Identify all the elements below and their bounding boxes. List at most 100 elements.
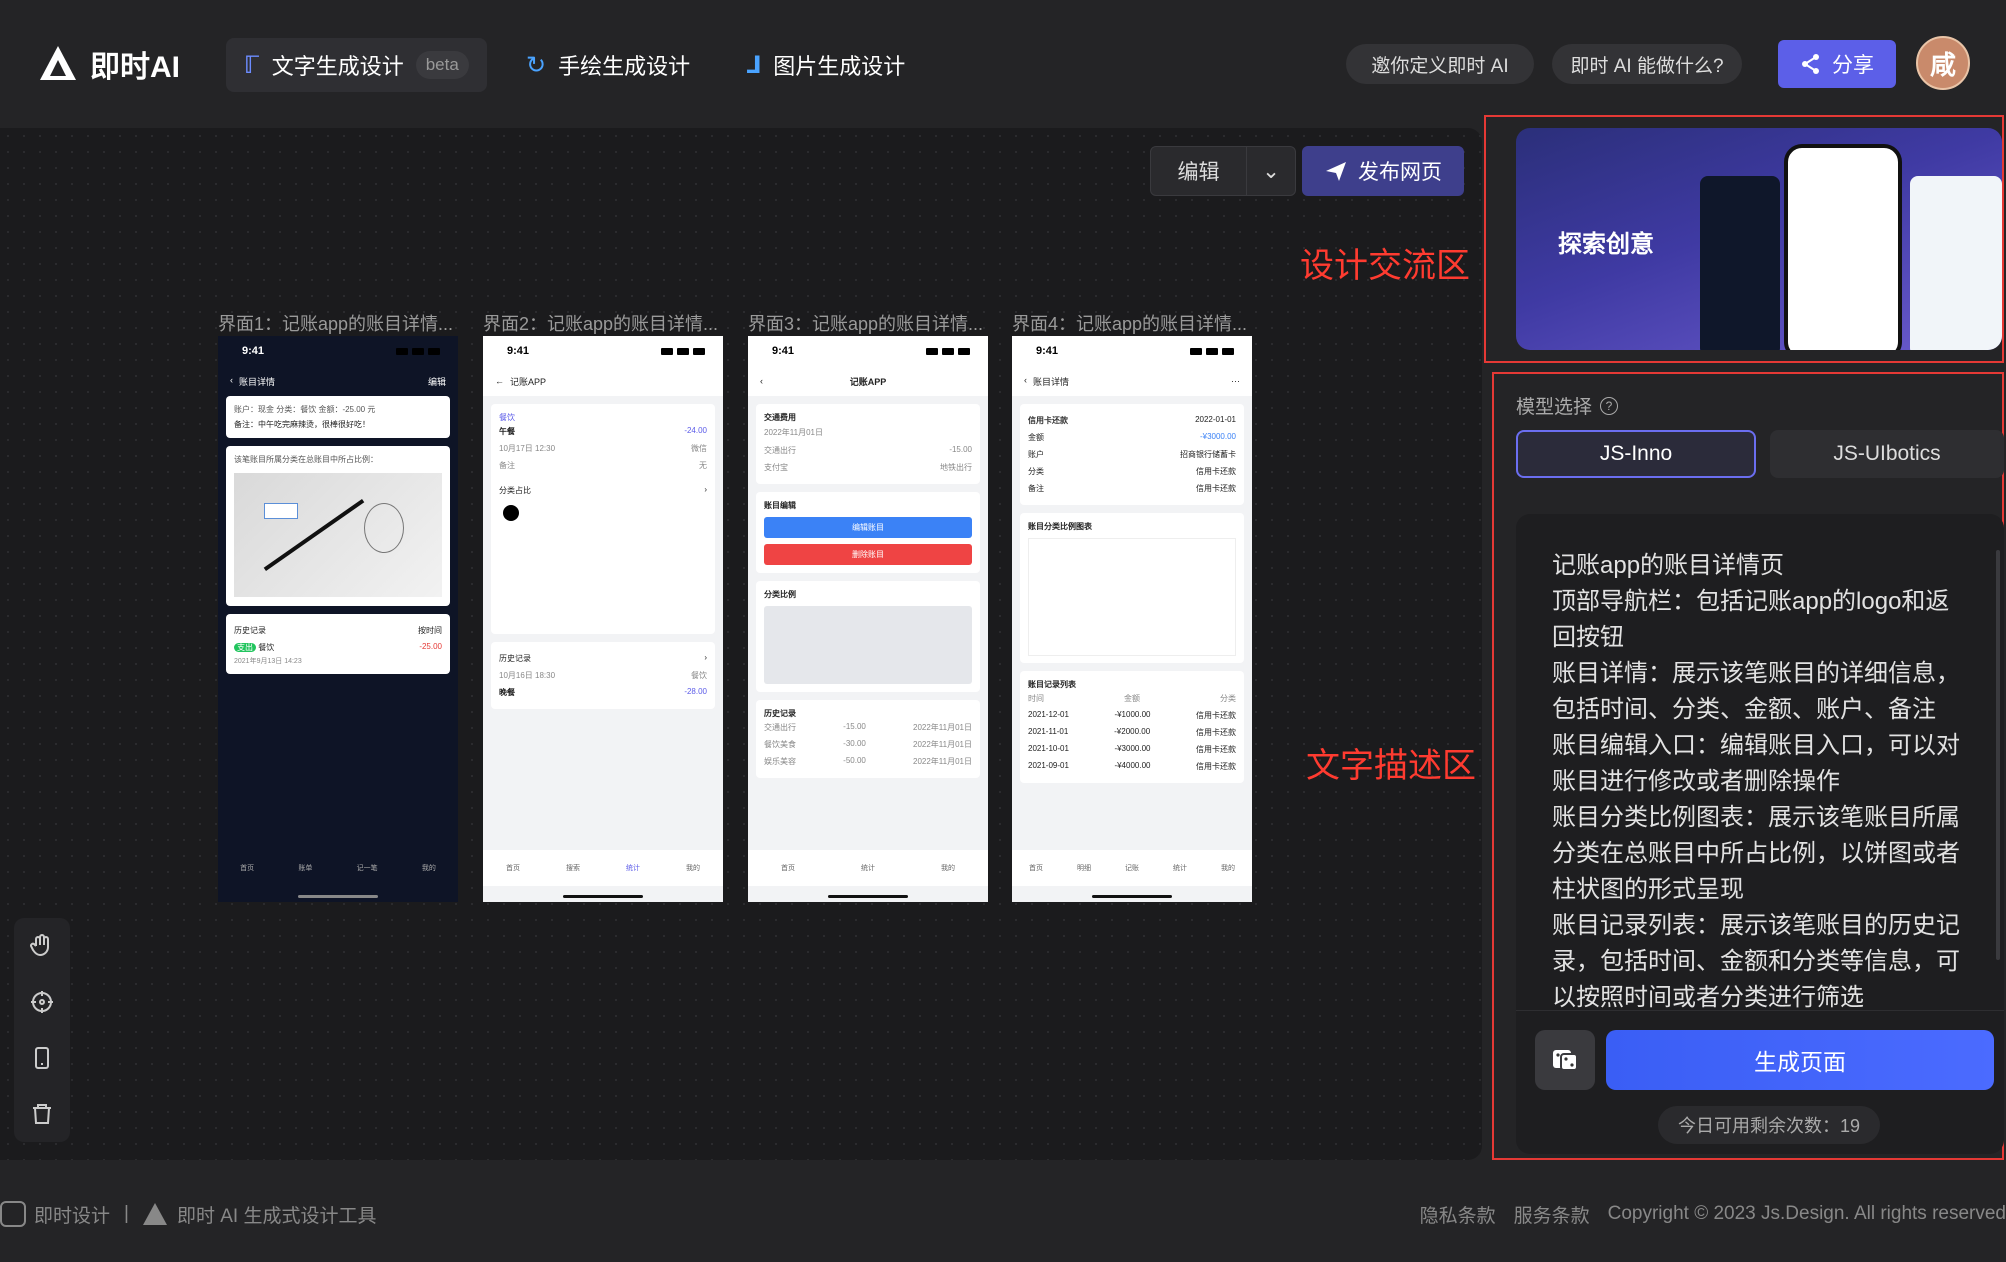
card-title: 信用卡还款 [1028,416,1068,425]
generate-page-button[interactable]: 生成页面 [1606,1030,1994,1090]
cell: -30.00 [843,739,866,748]
tab-item: 首页 [506,865,520,872]
tab-bar: 首页 统计 我的 [748,850,988,886]
target-icon[interactable] [29,989,55,1015]
divider [1516,1010,2004,1011]
date: 10月16日 18:30 [499,671,556,680]
tab-bar: 首页 搜索 统计 我的 [483,850,723,886]
value: 地铁出行 [940,463,972,472]
home-indicator [828,895,908,898]
history-title: 历史记录 [764,709,796,718]
explore-banner[interactable]: 探索创意 [1516,128,2002,350]
send-icon [1326,162,1346,181]
category: 餐饮 [499,413,515,422]
key: 备注 [1028,484,1044,493]
trash-icon[interactable] [29,1101,55,1127]
note: 备注：中午吃完麻辣烫，很棒很好吃！ [234,420,370,429]
screen-title-4: 界面4：记账app的账目详情... [1012,314,1248,334]
cell: -¥3000.00 [1114,744,1151,753]
mobile-icon[interactable] [29,1045,55,1071]
tab-text-design[interactable]: ℾ 文字生成设计 beta [226,38,487,92]
what-can-button[interactable]: 即时 AI 能做什么? [1552,44,1742,84]
cell: 2021-12-01 [1028,710,1069,719]
publish-button[interactable]: 发布网页 [1302,146,1464,196]
pencil-image [234,473,442,597]
status-time: 9:41 [772,345,795,357]
back-icon: ‹ [760,376,763,386]
help-icon[interactable]: ? [1600,396,1619,415]
tab-label: 手绘生成设计 [558,54,691,79]
value: 招商银行储蓄卡 [1180,450,1236,459]
screen-preview-3[interactable]: 9:41 ‹ 记账APP 交通费用 2022年11月01日 交通出行 -15.00 … [748,336,988,902]
tab-item: 统计 [626,865,640,872]
back-icon: ‹ [1024,374,1027,385]
screen-preview-2[interactable]: 9:41 ← 记账APP 餐饮 午餐 -24.00 10月17日 12:30 微信 备… [483,336,723,902]
tab-image-design[interactable]: ⅃ 图片生成设计 [728,38,923,92]
edit-title: 账目编辑 [764,501,796,510]
footer-brand-2[interactable]: 即时 AI 生成式设计工具 [177,1201,377,1228]
tab-sketch-design[interactable]: ↻ 手绘生成设计 [508,38,708,92]
edit-entry-button: 编辑账目 [764,517,972,538]
history-label: 历史记录 [499,654,531,663]
terms-link[interactable]: 服务条款 [1514,1201,1590,1228]
image-design-icon: ⅃ [746,51,762,79]
invite-button[interactable]: 邀你定义即时 AI [1346,44,1534,84]
dice-icon[interactable] [1535,1030,1595,1090]
detail-card: 信用卡还款 2022-01-01 金额 -¥3000.00 账户 招商银行储蓄卡 分类… [1020,404,1244,505]
detail-card: 餐饮 午餐 -24.00 10月17日 12:30 微信 备注无 分类占比 › [491,404,715,634]
list-card: 账目记录列表 时间 金额 分类 2021-12-01 -¥1000.00 信用卡还款 2… [1020,671,1244,783]
design-exchange-label: 设计交流区 [1300,247,1470,285]
date: 2022年11月01日 [764,428,823,437]
tab-item: 我的 [686,865,700,872]
avatar[interactable]: 咸 [1916,36,1970,90]
hand-icon[interactable] [29,933,55,959]
ratio-title: 分类比例 [764,590,796,599]
amount: -24.00 [684,426,707,435]
phone-title: 账目详情 [239,376,276,387]
amount: -28.00 [684,687,707,696]
sketch-icon: ↻ [526,51,547,79]
key: 交通出行 [764,446,796,455]
model-js-inno[interactable]: JS-Inno [1516,430,1756,478]
tab-item: 首页 [1029,865,1043,872]
tab-item: 首页 [781,865,795,872]
model-js-uibotics[interactable]: JS-UIbotics [1770,430,2004,478]
cell: 2022年11月01日 [913,723,972,732]
cell: 交通出行 [764,723,796,732]
cell: 信用卡还款 [1195,728,1236,737]
phone-header: ‹ 记账APP [748,366,988,396]
status-bar: 9:41 [748,336,988,366]
value: -15.00 [949,445,972,454]
tab-item: 首页 [240,865,255,872]
cell: 2022年11月01日 [913,740,972,749]
tab-bar: 首页 账单 记一笔 我的 [218,850,458,886]
logo[interactable]: 即时AI [36,42,180,86]
screen-preview-1[interactable]: 9:41 ‹ 账目详情 编辑 账户：现金 分类：餐饮 金额：-25.00 元 备注… [218,336,458,902]
footer-brand-1[interactable]: 即时设计 [34,1201,110,1228]
phone-header: ‹ 账目详情 ··· [1012,366,1252,396]
privacy-link[interactable]: 隐私条款 [1420,1201,1496,1228]
status-time: 9:41 [242,345,265,357]
home-indicator [563,895,643,898]
cell: -15.00 [843,722,866,731]
share-button[interactable]: 分享 [1778,40,1896,88]
phone-card: 账户：现金 分类：餐饮 金额：-25.00 元 备注：中午吃完麻辣烫，很棒很好吃… [226,396,450,438]
note: 备注 [499,461,515,470]
edit-button[interactable]: 编辑 [1151,147,1247,195]
tab-item: 记账 [1125,865,1139,872]
home-indicator [1092,895,1172,898]
chevron-down-icon[interactable]: ⌄ [1247,159,1295,184]
key: 账户 [1028,450,1044,459]
cell: 2022年11月01日 [913,757,972,766]
footer-divider: | [124,1203,129,1224]
screen-title-1: 界面1：记账app的账目详情... [218,314,454,334]
description-textarea[interactable]: 记账app的账目详情页 顶部导航栏：包括记账app的logo和返回按钮 账目详情… [1552,548,1972,1028]
back-icon: ‹ [230,374,233,385]
scrollbar[interactable] [1996,550,2000,960]
copyright: Copyright © 2023 Js.Design. All rights r… [1607,1203,2006,1224]
edit-dropdown[interactable]: 编辑 ⌄ [1150,146,1296,196]
phone-header: ‹ 账目详情 编辑 [218,366,458,396]
tag: 支出 [234,643,256,652]
date: 10月17日 12:30 [499,444,556,453]
screen-preview-4[interactable]: 9:41 ‹ 账目详情 ··· 信用卡还款 2022-01-01 金额 -¥3000.0… [1012,336,1252,902]
